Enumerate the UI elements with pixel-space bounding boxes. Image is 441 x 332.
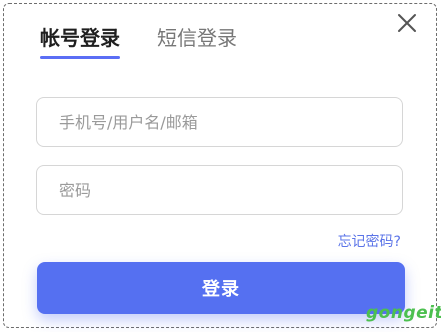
password-input[interactable]	[37, 166, 402, 214]
close-button[interactable]	[396, 12, 418, 34]
account-input[interactable]	[37, 98, 402, 146]
watermark: gongeit	[366, 303, 441, 323]
login-button[interactable]: 登录	[37, 262, 405, 314]
active-tab-indicator	[40, 56, 120, 59]
tab-account-login[interactable]: 帐号登录	[40, 24, 120, 52]
password-field	[36, 165, 403, 215]
account-field	[36, 97, 403, 147]
close-icon	[398, 14, 416, 32]
forgot-password-link[interactable]: 忘记密码?	[338, 231, 401, 251]
tab-sms-login[interactable]: 短信登录	[157, 24, 237, 52]
